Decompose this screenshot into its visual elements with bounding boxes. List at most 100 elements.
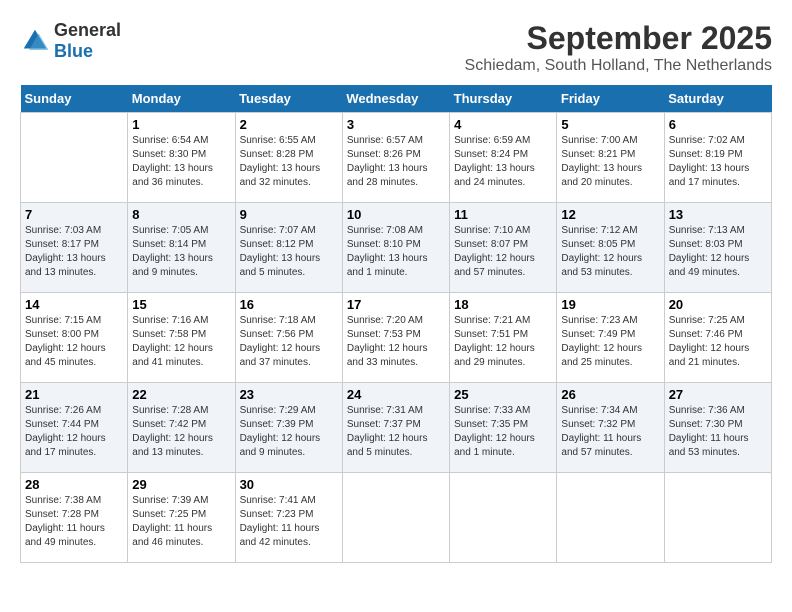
day-info: Sunrise: 7:02 AMSunset: 8:19 PMDaylight:… bbox=[669, 134, 767, 190]
day-info: Sunrise: 7:36 AMSunset: 7:30 PMDaylight:… bbox=[669, 404, 767, 460]
calendar-cell: 17 Sunrise: 7:20 AMSunset: 7:53 PMDayligh… bbox=[342, 293, 449, 383]
calendar-cell bbox=[450, 473, 557, 563]
day-number: 27 bbox=[669, 387, 767, 402]
calendar-cell: 9 Sunrise: 7:07 AMSunset: 8:12 PMDaylight… bbox=[235, 203, 342, 293]
week-row-3: 14Sunrise: 7:15 AMSunset: 8:00 PMDayligh… bbox=[21, 293, 772, 383]
day-info: Sunrise: 7:10 AMSunset: 8:07 PMDaylight:… bbox=[454, 224, 552, 280]
calendar-cell: 14Sunrise: 7:15 AMSunset: 8:00 PMDayligh… bbox=[21, 293, 128, 383]
calendar-cell bbox=[342, 473, 449, 563]
day-number: 20 bbox=[669, 297, 767, 312]
day-info: Sunrise: 7:03 AMSunset: 8:17 PMDaylight:… bbox=[25, 224, 123, 280]
day-info: Sunrise: 7:21 AMSunset: 7:51 PMDaylight:… bbox=[454, 314, 552, 370]
calendar-cell: 21 Sunrise: 7:26 AMSunset: 7:44 PMDayligh… bbox=[21, 383, 128, 473]
title-section: September 2025 Schiedam, South Holland, … bbox=[465, 20, 772, 75]
day-number: 8 bbox=[132, 207, 230, 222]
weekday-header-tuesday: Tuesday bbox=[235, 85, 342, 113]
day-info: Sunrise: 7:25 AMSunset: 7:46 PMDaylight:… bbox=[669, 314, 767, 370]
day-info: Sunrise: 7:29 AMSunset: 7:39 PMDaylight:… bbox=[240, 404, 338, 460]
day-info: Sunrise: 7:33 AMSunset: 7:35 PMDaylight:… bbox=[454, 404, 552, 460]
calendar-cell: 7 Sunrise: 7:03 AMSunset: 8:17 PMDaylight… bbox=[21, 203, 128, 293]
week-row-5: 28 Sunrise: 7:38 AMSunset: 7:28 PMDayligh… bbox=[21, 473, 772, 563]
calendar-cell: 2 Sunrise: 6:55 AMSunset: 8:28 PMDaylight… bbox=[235, 113, 342, 203]
day-info: Sunrise: 7:39 AMSunset: 7:25 PMDaylight:… bbox=[132, 494, 230, 550]
month-title: September 2025 bbox=[465, 20, 772, 57]
week-row-1: 1 Sunrise: 6:54 AMSunset: 8:30 PMDaylight… bbox=[21, 113, 772, 203]
calendar-cell bbox=[557, 473, 664, 563]
day-number: 29 bbox=[132, 477, 230, 492]
calendar-cell: 19 Sunrise: 7:23 AMSunset: 7:49 PMDayligh… bbox=[557, 293, 664, 383]
week-row-2: 7 Sunrise: 7:03 AMSunset: 8:17 PMDaylight… bbox=[21, 203, 772, 293]
calendar-cell: 10Sunrise: 7:08 AMSunset: 8:10 PMDayligh… bbox=[342, 203, 449, 293]
day-number: 24 bbox=[347, 387, 445, 402]
day-number: 9 bbox=[240, 207, 338, 222]
day-info: Sunrise: 6:59 AMSunset: 8:24 PMDaylight:… bbox=[454, 134, 552, 190]
day-number: 22 bbox=[132, 387, 230, 402]
calendar-cell: 5 Sunrise: 7:00 AMSunset: 8:21 PMDaylight… bbox=[557, 113, 664, 203]
day-number: 17 bbox=[347, 297, 445, 312]
day-number: 11 bbox=[454, 207, 552, 222]
calendar-cell: 26Sunrise: 7:34 AMSunset: 7:32 PMDayligh… bbox=[557, 383, 664, 473]
day-number: 25 bbox=[454, 387, 552, 402]
calendar-cell: 22 Sunrise: 7:28 AMSunset: 7:42 PMDayligh… bbox=[128, 383, 235, 473]
calendar-cell: 24 Sunrise: 7:31 AMSunset: 7:37 PMDayligh… bbox=[342, 383, 449, 473]
day-info: Sunrise: 6:54 AMSunset: 8:30 PMDaylight:… bbox=[132, 134, 230, 190]
calendar-cell: 29 Sunrise: 7:39 AMSunset: 7:25 PMDayligh… bbox=[128, 473, 235, 563]
calendar-cell: 25 Sunrise: 7:33 AMSunset: 7:35 PMDayligh… bbox=[450, 383, 557, 473]
calendar-cell bbox=[664, 473, 771, 563]
day-info: Sunrise: 7:34 AMSunset: 7:32 PMDaylight:… bbox=[561, 404, 659, 460]
day-number: 15 bbox=[132, 297, 230, 312]
calendar-cell: 16 Sunrise: 7:18 AMSunset: 7:56 PMDayligh… bbox=[235, 293, 342, 383]
calendar-cell: 18 Sunrise: 7:21 AMSunset: 7:51 PMDayligh… bbox=[450, 293, 557, 383]
day-number: 7 bbox=[25, 207, 123, 222]
day-number: 13 bbox=[669, 207, 767, 222]
day-number: 5 bbox=[561, 117, 659, 132]
day-number: 30 bbox=[240, 477, 338, 492]
day-info: Sunrise: 7:00 AMSunset: 8:21 PMDaylight:… bbox=[561, 134, 659, 190]
day-info: Sunrise: 7:41 AMSunset: 7:23 PMDaylight:… bbox=[240, 494, 338, 550]
calendar-cell: 23 Sunrise: 7:29 AMSunset: 7:39 PMDayligh… bbox=[235, 383, 342, 473]
day-info: Sunrise: 7:13 AMSunset: 8:03 PMDaylight:… bbox=[669, 224, 767, 280]
calendar-cell bbox=[21, 113, 128, 203]
day-info: Sunrise: 7:08 AMSunset: 8:10 PMDaylight:… bbox=[347, 224, 445, 280]
calendar-cell: 27 Sunrise: 7:36 AMSunset: 7:30 PMDayligh… bbox=[664, 383, 771, 473]
weekday-header-saturday: Saturday bbox=[664, 85, 771, 113]
calendar-cell: 30 Sunrise: 7:41 AMSunset: 7:23 PMDayligh… bbox=[235, 473, 342, 563]
day-number: 6 bbox=[669, 117, 767, 132]
calendar: SundayMondayTuesdayWednesdayThursdayFrid… bbox=[20, 85, 772, 563]
day-number: 19 bbox=[561, 297, 659, 312]
weekday-header-monday: Monday bbox=[128, 85, 235, 113]
day-number: 2 bbox=[240, 117, 338, 132]
day-number: 23 bbox=[240, 387, 338, 402]
day-number: 1 bbox=[132, 117, 230, 132]
day-number: 4 bbox=[454, 117, 552, 132]
day-info: Sunrise: 7:15 AMSunset: 8:00 PMDaylight:… bbox=[25, 314, 123, 370]
weekday-header-sunday: Sunday bbox=[21, 85, 128, 113]
day-info: Sunrise: 7:23 AMSunset: 7:49 PMDaylight:… bbox=[561, 314, 659, 370]
logo-text-general: General bbox=[54, 20, 121, 40]
calendar-cell: 15 Sunrise: 7:16 AMSunset: 7:58 PMDayligh… bbox=[128, 293, 235, 383]
day-info: Sunrise: 7:28 AMSunset: 7:42 PMDaylight:… bbox=[132, 404, 230, 460]
day-info: Sunrise: 7:20 AMSunset: 7:53 PMDaylight:… bbox=[347, 314, 445, 370]
calendar-cell: 3Sunrise: 6:57 AMSunset: 8:26 PMDaylight… bbox=[342, 113, 449, 203]
day-info: Sunrise: 7:05 AMSunset: 8:14 PMDaylight:… bbox=[132, 224, 230, 280]
logo: General Blue bbox=[20, 20, 121, 62]
calendar-cell: 12Sunrise: 7:12 AMSunset: 8:05 PMDayligh… bbox=[557, 203, 664, 293]
day-info: Sunrise: 7:26 AMSunset: 7:44 PMDaylight:… bbox=[25, 404, 123, 460]
day-number: 18 bbox=[454, 297, 552, 312]
day-number: 3 bbox=[347, 117, 445, 132]
day-info: Sunrise: 7:18 AMSunset: 7:56 PMDaylight:… bbox=[240, 314, 338, 370]
day-info: Sunrise: 7:31 AMSunset: 7:37 PMDaylight:… bbox=[347, 404, 445, 460]
week-row-4: 21 Sunrise: 7:26 AMSunset: 7:44 PMDayligh… bbox=[21, 383, 772, 473]
day-info: Sunrise: 6:55 AMSunset: 8:28 PMDaylight:… bbox=[240, 134, 338, 190]
weekday-header-thursday: Thursday bbox=[450, 85, 557, 113]
calendar-cell: 6 Sunrise: 7:02 AMSunset: 8:19 PMDaylight… bbox=[664, 113, 771, 203]
calendar-cell: 1 Sunrise: 6:54 AMSunset: 8:30 PMDaylight… bbox=[128, 113, 235, 203]
day-info: Sunrise: 7:12 AMSunset: 8:05 PMDaylight:… bbox=[561, 224, 659, 280]
day-info: Sunrise: 7:38 AMSunset: 7:28 PMDaylight:… bbox=[25, 494, 123, 550]
day-number: 21 bbox=[25, 387, 123, 402]
day-info: Sunrise: 7:07 AMSunset: 8:12 PMDaylight:… bbox=[240, 224, 338, 280]
weekday-header-wednesday: Wednesday bbox=[342, 85, 449, 113]
day-number: 28 bbox=[25, 477, 123, 492]
day-info: Sunrise: 7:16 AMSunset: 7:58 PMDaylight:… bbox=[132, 314, 230, 370]
day-number: 16 bbox=[240, 297, 338, 312]
